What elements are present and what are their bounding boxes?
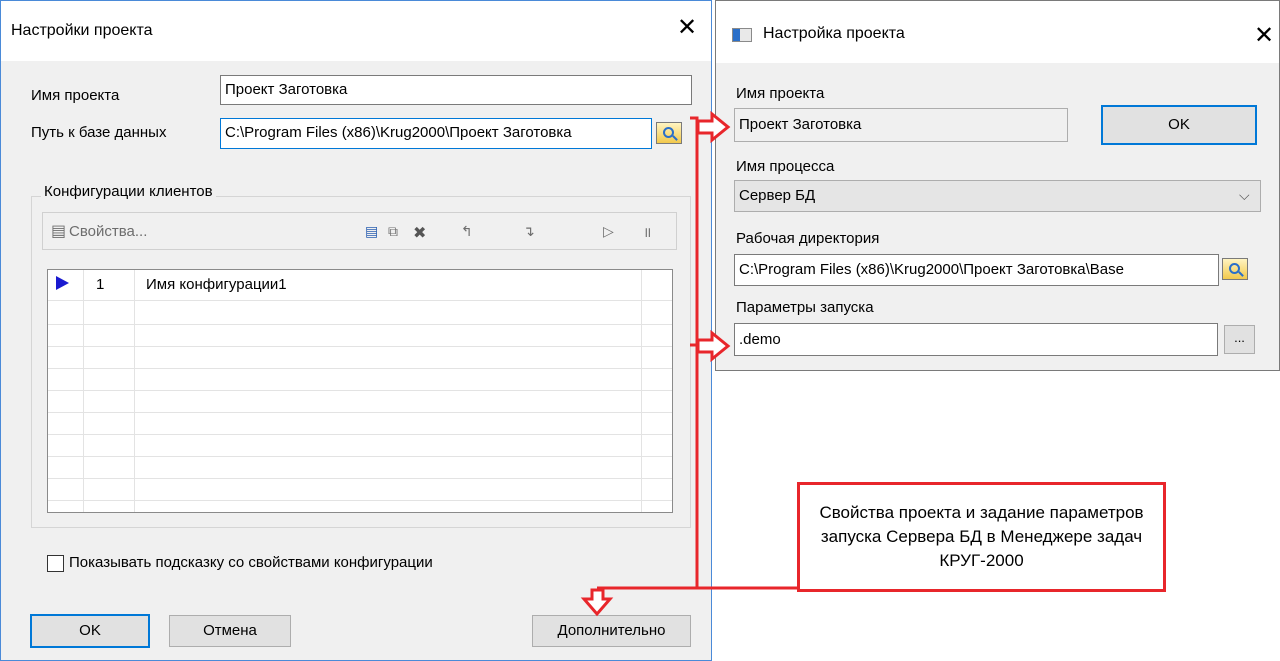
left-dialog-titlebar: Настройки проекта ✕ [1, 1, 711, 61]
folder-browse-icon[interactable] [1222, 258, 1248, 280]
ok-button[interactable]: OK [1101, 105, 1257, 145]
move-down-icon[interactable]: ↴ [523, 223, 535, 240]
configs-table: 1 Имя конфигурации1 [47, 269, 673, 513]
show-hint-checkbox[interactable] [47, 555, 64, 572]
project-name-field: Проект Заготовка [734, 108, 1068, 142]
launch-params-input[interactable]: .demo [734, 323, 1218, 356]
move-up-icon[interactable]: ↰ [461, 223, 473, 240]
show-hint-label: Показывать подсказку со свойствами конфи… [69, 554, 433, 571]
work-dir-label: Рабочая директория [736, 230, 880, 247]
chevron-down-icon[interactable]: ⌵ [1239, 187, 1250, 204]
annotation-box: Свойства проекта и задание параметров за… [797, 482, 1166, 592]
client-configs-label: Конфигурации клиентов [41, 183, 216, 200]
window-icon [732, 28, 752, 42]
right-dialog: Настройка проекта ✕ Имя проекта Проект З… [715, 0, 1280, 371]
annotation-text: Свойства проекта и задание параметров за… [819, 503, 1144, 570]
table-row[interactable]: 1 Имя конфигурации1 [48, 270, 672, 300]
left-dialog: Настройки проекта ✕ Имя проекта Проект З… [0, 0, 712, 661]
row-selector-icon [56, 276, 69, 290]
folder-browse-icon[interactable] [656, 122, 682, 144]
pause-icon[interactable]: ॥ [643, 223, 651, 242]
cancel-button[interactable]: Отмена [169, 615, 291, 647]
db-path-input[interactable]: C:\Program Files (x86)\Krug2000\Проект З… [220, 118, 652, 149]
table-cell-name: Имя конфигурации1 [146, 276, 287, 293]
close-icon[interactable]: ✕ [677, 15, 697, 39]
run-icon[interactable]: ▷ [603, 223, 614, 240]
more-button[interactable]: ... [1224, 325, 1255, 354]
properties-icon[interactable]: ▤ [51, 221, 66, 241]
table-cell-number: 1 [96, 276, 105, 293]
db-path-label: Путь к базе данных [31, 124, 167, 141]
right-dialog-titlebar: Настройка проекта ✕ [716, 1, 1279, 63]
copy-icon[interactable]: ⧉ [388, 223, 398, 240]
launch-params-label: Параметры запуска [736, 299, 874, 316]
close-icon[interactable]: ✕ [1254, 23, 1274, 47]
ok-button[interactable]: OK [30, 614, 150, 648]
work-dir-input[interactable]: C:\Program Files (x86)\Krug2000\Проект З… [734, 254, 1219, 286]
delete-icon[interactable]: ✖ [413, 223, 426, 243]
advanced-button[interactable]: Дополнительно [532, 615, 691, 647]
process-name-select[interactable]: Сервер БД [734, 180, 1261, 212]
configs-toolbar: ▤ Свойства... ▤ ⧉ ✖ ↰ ↴ ▷ ॥ [42, 212, 677, 250]
properties-button[interactable]: Свойства... [69, 223, 147, 240]
process-name-label: Имя процесса [736, 158, 835, 175]
right-dialog-title: Настройка проекта [763, 25, 905, 42]
project-name-label: Имя проекта [736, 85, 825, 102]
left-dialog-title: Настройки проекта [11, 22, 153, 39]
project-name-label: Имя проекта [31, 87, 120, 104]
project-name-input[interactable]: Проект Заготовка [220, 75, 692, 105]
new-document-icon[interactable]: ▤ [365, 223, 378, 240]
